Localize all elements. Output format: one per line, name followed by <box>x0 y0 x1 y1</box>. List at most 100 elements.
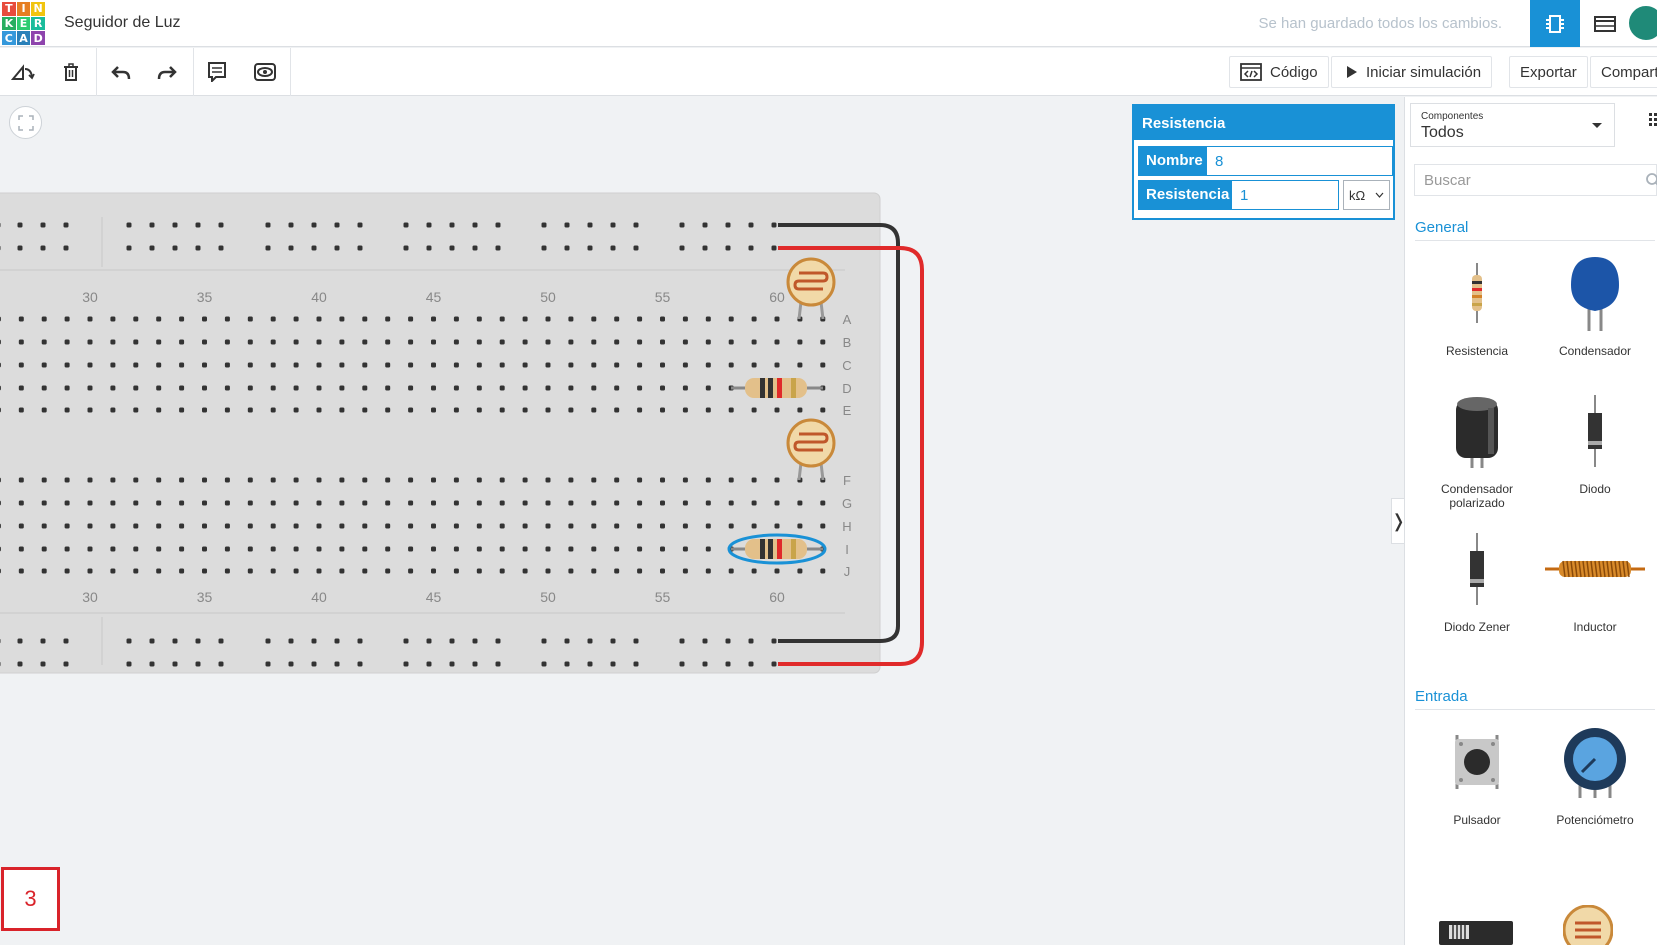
resistance-unit-select[interactable]: kΩ <box>1343 180 1390 210</box>
name-input[interactable]: 8 <box>1206 146 1393 176</box>
rail-hole <box>564 638 570 644</box>
hole <box>431 500 436 506</box>
share-button[interactable]: Compartir <box>1590 56 1657 88</box>
hole <box>774 500 780 506</box>
hole <box>797 362 803 368</box>
rail-hole <box>149 638 155 644</box>
fit-view-button[interactable] <box>9 106 42 139</box>
component-potentiometer[interactable]: Potenciómetro <box>1536 719 1654 827</box>
hole <box>87 477 93 483</box>
delete-button[interactable] <box>48 48 94 96</box>
hole <box>110 546 116 552</box>
hole <box>476 477 482 483</box>
hole <box>408 339 414 345</box>
chip-icon <box>1546 14 1564 33</box>
hole <box>774 362 780 368</box>
component-zener-diode[interactable]: Diodo Zener <box>1418 526 1536 634</box>
start-simulation-button[interactable]: Iniciar simulación <box>1331 56 1493 88</box>
component-diode[interactable]: Diodo <box>1536 388 1654 496</box>
rail-hole <box>149 245 155 251</box>
hole <box>156 546 162 552</box>
tinkercad-logo[interactable]: TIN KER CAD <box>2 2 45 45</box>
hole <box>18 568 24 574</box>
hole <box>224 385 230 391</box>
code-button[interactable]: Código <box>1229 56 1329 88</box>
hole <box>270 316 276 322</box>
rail-hole <box>587 222 593 228</box>
project-title[interactable]: Seguidor de Luz <box>64 14 181 32</box>
collapse-sidebar-button[interactable]: ❭ <box>1391 498 1406 544</box>
component-resistor[interactable]: Resistencia <box>1418 250 1536 358</box>
component-inductor[interactable]: Inductor <box>1536 526 1654 634</box>
hole <box>774 477 780 483</box>
redo-button[interactable] <box>144 48 190 96</box>
components-filter-select[interactable]: Componentes Todos <box>1410 103 1615 147</box>
rail-hole <box>126 661 132 667</box>
hole <box>202 568 207 574</box>
hole <box>453 568 459 574</box>
hole <box>41 362 47 368</box>
hole <box>522 407 528 413</box>
component-slide-switch[interactable] <box>1439 915 1513 945</box>
visibility-button[interactable] <box>242 48 288 96</box>
hole <box>64 362 70 368</box>
hole <box>224 500 230 506</box>
hole <box>224 362 230 368</box>
capacitor-icon <box>1571 257 1619 331</box>
hole <box>64 546 70 552</box>
color-band <box>777 539 782 559</box>
circuit-view-button[interactable] <box>1530 0 1580 47</box>
hole <box>270 568 276 574</box>
hole <box>705 316 711 322</box>
hole <box>385 407 391 413</box>
rail-hole <box>403 222 409 228</box>
column-label: 40 <box>311 289 327 305</box>
hole <box>545 385 551 391</box>
hole <box>660 316 665 322</box>
component-pushbutton[interactable]: Pulsador <box>1418 719 1536 827</box>
breadboard[interactable]: 30 30 35 35 40 40 45 45 50 50 55 55 60 60 ABCDE FGHIJ <box>0 97 1403 945</box>
rail-hole <box>725 245 731 251</box>
row-label: J <box>844 564 851 579</box>
grid-list-icon <box>1649 113 1657 126</box>
hole <box>637 407 643 413</box>
circuit-canvas[interactable]: 30 30 35 35 40 40 45 45 50 50 55 55 60 60 A B C D E F G H I J <box>0 97 1403 945</box>
hole <box>339 477 345 483</box>
resistor <box>745 378 807 398</box>
component-capacitor[interactable]: Condensador <box>1536 250 1654 358</box>
rail-hole <box>218 638 224 644</box>
hole <box>339 362 345 368</box>
export-button[interactable]: Exportar <box>1509 56 1588 88</box>
hole <box>362 407 368 413</box>
search-input[interactable]: Buscar <box>1414 164 1657 196</box>
logo-letter: D <box>31 31 45 45</box>
hole <box>247 385 253 391</box>
schematic-list-button[interactable] <box>1580 0 1630 47</box>
component-polarized-capacitor[interactable]: Condensador polarizado <box>1418 388 1536 510</box>
pushbutton-icon <box>1455 735 1499 789</box>
rail-hole <box>541 661 547 667</box>
grid-view-button[interactable] <box>1649 113 1657 132</box>
rail-hole <box>426 245 432 251</box>
hole <box>728 339 734 345</box>
hole <box>293 546 299 552</box>
hole <box>499 385 505 391</box>
undo-button[interactable] <box>98 48 144 96</box>
user-avatar[interactable] <box>1627 4 1657 42</box>
hole <box>64 385 70 391</box>
rail-hole <box>564 222 570 228</box>
component-photoresistor[interactable] <box>1562 904 1614 945</box>
component-label: Condensador <box>1558 344 1632 358</box>
rail-hole <box>357 245 363 251</box>
hole <box>224 407 230 413</box>
hole <box>682 500 688 506</box>
rail-hole <box>771 638 777 644</box>
hole <box>224 546 230 552</box>
hole <box>522 477 528 483</box>
eye-icon <box>254 63 276 81</box>
ldr-leg <box>797 301 803 320</box>
rotate-button[interactable] <box>0 48 46 96</box>
resistance-input[interactable]: 1 <box>1231 180 1339 210</box>
hole <box>110 500 116 506</box>
notes-button[interactable] <box>194 48 240 96</box>
